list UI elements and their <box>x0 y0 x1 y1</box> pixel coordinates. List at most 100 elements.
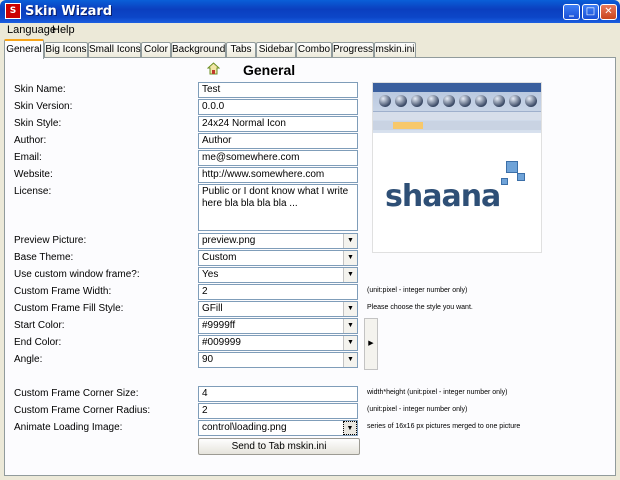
corner-size-hint: width*height (unit:pixel - integer numbe… <box>367 389 508 396</box>
preview-button-icon <box>459 95 471 107</box>
preview-button-icon <box>411 95 423 107</box>
close-button[interactable]: ✕ <box>600 4 617 20</box>
label-start-color: Start Color: <box>14 320 65 331</box>
end-color-combo[interactable]: #009999 ▼ <box>198 335 358 351</box>
logo-square <box>506 161 518 173</box>
email-input[interactable]: me@somewhere.com <box>198 150 358 166</box>
loading-image-hint: series of 16x16 px pictures merged to on… <box>367 423 521 430</box>
chevron-down-icon[interactable]: ▼ <box>343 421 357 435</box>
tab-sidebar[interactable]: Sidebar <box>256 42 296 58</box>
frame-width-input[interactable]: 2 <box>198 284 358 300</box>
window-title: Skin Wizard <box>25 4 113 19</box>
tab-color[interactable]: Color <box>141 42 171 58</box>
loading-image-combo[interactable]: control\loading.png ▼ <box>198 420 358 436</box>
preview-button-icon <box>493 95 505 107</box>
app-icon[interactable]: S <box>5 3 21 19</box>
frame-width-hint: (unit:pixel - integer number only) <box>367 287 468 294</box>
corner-radius-input[interactable]: 2 <box>198 403 358 419</box>
preview-button-icon <box>395 95 407 107</box>
label-corner-radius: Custom Frame Corner Radius: <box>14 405 151 416</box>
skin-version-input[interactable]: 0.0.0 <box>198 99 358 115</box>
preview-button-icon <box>379 95 391 107</box>
label-skin-name: Skin Name: <box>14 84 66 95</box>
start-color-value: #9999ff <box>202 320 236 331</box>
preview-button-icon <box>475 95 487 107</box>
tab-combo[interactable]: Combo <box>296 42 332 58</box>
label-license: License: <box>14 186 52 197</box>
corner-size-input[interactable]: 4 <box>198 386 358 402</box>
frame-fill-style-hint: Please choose the style you want. <box>367 304 473 311</box>
shaana-logo: shaana <box>385 179 501 214</box>
tab-background[interactable]: Background <box>171 42 226 58</box>
chevron-down-icon[interactable]: ▼ <box>343 251 357 265</box>
tab-small-icons[interactable]: Small Icons <box>88 42 141 58</box>
end-color-value: #009999 <box>202 337 241 348</box>
label-custom-window-frame: Use custom window frame?: <box>14 269 140 280</box>
logo-square <box>501 178 508 185</box>
label-base-theme: Base Theme: <box>14 252 74 263</box>
label-frame-fill-style: Custom Frame Fill Style: <box>14 303 124 314</box>
label-frame-width: Custom Frame Width: <box>14 286 112 297</box>
logo-square <box>517 173 525 181</box>
label-preview-picture: Preview Picture: <box>14 235 87 246</box>
skin-name-input[interactable]: Test <box>198 82 358 98</box>
tab-mskin-ini[interactable]: mskin.ini <box>374 42 416 58</box>
menu-help[interactable]: Help <box>52 24 75 36</box>
corner-radius-hint: (unit:pixel - integer number only) <box>367 406 468 413</box>
preview-button-icon <box>525 95 537 107</box>
loading-image-value: control\loading.png <box>202 422 287 433</box>
preview-picture-value: preview.png <box>202 235 256 246</box>
chevron-down-icon[interactable]: ▼ <box>343 319 357 333</box>
label-loading-image: Animate Loading Image: <box>14 422 123 433</box>
minimize-button[interactable]: _ <box>563 4 580 20</box>
angle-combo[interactable]: 90 ▼ <box>198 352 358 368</box>
maximize-button[interactable]: □ <box>582 4 599 20</box>
chevron-down-icon[interactable]: ▼ <box>343 336 357 350</box>
frame-fill-style-value: GFill <box>202 303 223 314</box>
label-author: Author: <box>14 135 47 146</box>
preview-button-icon <box>509 95 521 107</box>
chevron-down-icon[interactable]: ▼ <box>343 302 357 316</box>
preview-button-icon <box>427 95 439 107</box>
section-title: General <box>243 62 296 78</box>
custom-window-frame-value: Yes <box>202 269 219 280</box>
start-color-combo[interactable]: #9999ff ▼ <box>198 318 358 334</box>
license-textarea[interactable]: Public or I dont know what I write here … <box>198 184 358 231</box>
website-input[interactable]: http://www.somewhere.com <box>198 167 358 183</box>
preview-image: shaana <box>372 82 542 253</box>
home-icon <box>207 62 220 75</box>
preview-picture-combo[interactable]: preview.png ▼ <box>198 233 358 249</box>
preview-toolbar-image <box>373 83 541 133</box>
label-skin-version: Skin Version: <box>14 101 73 112</box>
skin-style-input[interactable]: 24x24 Normal Icon <box>198 116 358 132</box>
tab-strip: General Big Icons Small Icons Color Back… <box>4 39 616 59</box>
tab-progress[interactable]: Progress <box>332 42 374 58</box>
angle-value: 90 <box>202 354 214 365</box>
preview-active-tab <box>393 122 423 129</box>
base-theme-combo[interactable]: Custom ▼ <box>198 250 358 266</box>
label-corner-size: Custom Frame Corner Size: <box>14 388 139 399</box>
preview-button-icon <box>443 95 455 107</box>
chevron-down-icon[interactable]: ▼ <box>343 268 357 282</box>
menu-bar: Language Help <box>0 23 620 38</box>
custom-window-frame-combo[interactable]: Yes ▼ <box>198 267 358 283</box>
label-end-color: End Color: <box>14 337 62 348</box>
send-to-mskin-button[interactable]: Send to Tab mskin.ini <box>198 438 360 455</box>
label-angle: Angle: <box>14 354 43 365</box>
preview-menu-strip <box>373 111 541 120</box>
tab-general[interactable]: General <box>4 39 44 59</box>
chevron-down-icon[interactable]: ▼ <box>343 353 357 367</box>
expand-arrow-button[interactable]: ▶ <box>364 318 378 370</box>
frame-fill-style-combo[interactable]: GFill ▼ <box>198 301 358 317</box>
title-bar[interactable]: S Skin Wizard _ □ ✕ <box>0 0 620 23</box>
label-email: Email: <box>14 152 42 163</box>
tab-tabs[interactable]: Tabs <box>226 42 256 58</box>
chevron-down-icon[interactable]: ▼ <box>343 234 357 248</box>
tab-big-icons[interactable]: Big Icons <box>44 42 88 58</box>
preview-titlebar <box>373 83 541 92</box>
label-website: Website: <box>14 169 53 180</box>
label-skin-style: Skin Style: <box>14 118 62 129</box>
menu-language[interactable]: Language <box>7 24 56 36</box>
author-input[interactable]: Author <box>198 133 358 149</box>
base-theme-value: Custom <box>202 252 237 263</box>
